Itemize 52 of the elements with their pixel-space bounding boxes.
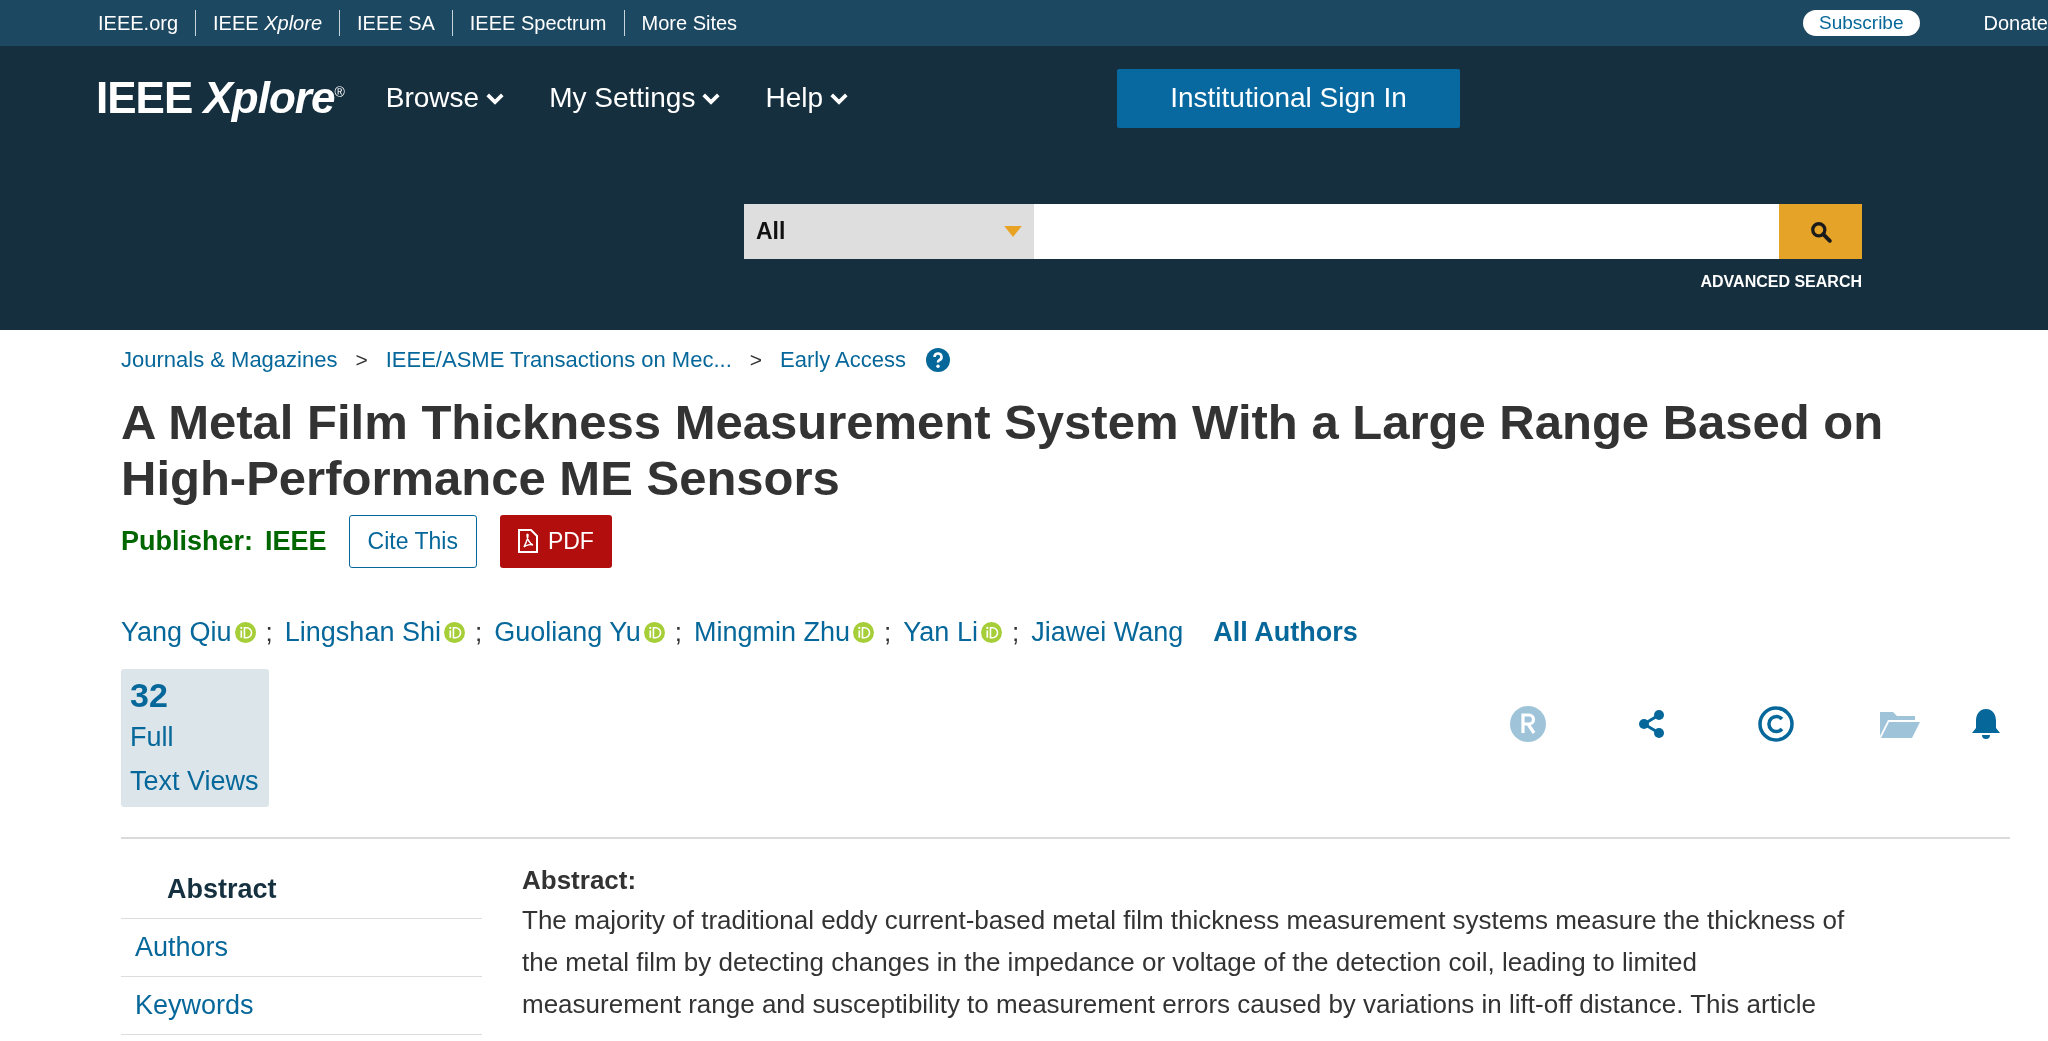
cite-button[interactable]: Cite This [348,514,477,568]
logo[interactable]: IEEE Xplore$^{®}$ [96,73,344,123]
help-icon [925,348,950,372]
publisher-name: IEEE [265,525,327,557]
sidebar-item[interactable]: Authors [121,919,482,977]
search-button[interactable] [1779,204,1862,259]
caret-down-icon [1004,226,1022,237]
pdf-button[interactable]: PDF [499,514,612,568]
author-separator: ; [884,616,892,648]
breadcrumb-link[interactable]: Early Access [780,347,906,373]
view-count: 32 [130,675,169,715]
search-icon [1809,220,1832,243]
breadcrumb-separator: > [355,348,368,372]
scope-dropdown[interactable]: All [744,204,1034,259]
sign-in-button[interactable]: Institutional Sign In [1117,68,1460,128]
abstract-text: The majority of traditional eddy current-based metal film thickness measurement systems measure the thickness of [522,904,1845,937]
article-title: A Metal Film Thickness Measurement System With a Large Range Based on High-Performance ME Sensors [121,394,1885,506]
publisher-label: Publisher: [121,525,254,557]
advanced-search-link[interactable]: ADVANCED SEARCH [1700,273,1862,291]
abstract-text: the metal film by detecting changes in the impedance or voltage of the detection coil, leading to limited [522,946,1699,979]
author-link[interactable]: Guoliang Yu [494,616,641,648]
site-link[interactable]: IEEE Spectrum [451,10,624,36]
author-separator: ; [265,616,273,648]
breadcrumb-link[interactable]: IEEE/ASME Transactions on Mec... [385,347,732,373]
breadcrumb-link[interactable]: Journals & Magazines [121,347,338,373]
author-link[interactable]: Mingmin Zhu [694,616,851,648]
author-link[interactable]: Yang Qiu [121,616,232,648]
nav-menu[interactable]: Help [765,82,849,114]
sidebar-item[interactable]: Abstract [121,861,482,919]
breadcrumb-separator: > [749,348,762,372]
view-count-label: Full [130,721,175,754]
view-count-label: Text Views [130,765,260,798]
donate-link[interactable]: Donate [1983,11,2048,35]
abstract-heading: Abstract: [522,864,638,897]
abstract-text: measurement range and susceptibility to measurement errors caused by variations in lift-off distance. This article [522,988,1817,1021]
all-authors-link[interactable]: All Authors [1213,616,1358,648]
subscribe-button[interactable]: Subscribe [1803,10,1920,36]
site-link[interactable]: IEEE SA [339,10,452,36]
search-field[interactable] [1034,204,1779,259]
author-separator: ; [674,616,683,648]
author-link[interactable]: Lingshan Shi [284,616,441,648]
nav-menu[interactable]: My Settings [549,82,722,114]
site-link[interactable]: IEEE Xplore [195,10,339,36]
author-separator: ; [474,616,483,648]
site-link[interactable]: More Sites [623,10,755,36]
pdf-file-icon [517,529,538,553]
site-link[interactable]: IEEE.org [86,10,196,36]
author-link[interactable]: Yan Li [903,616,978,648]
nav-menu[interactable]: Browse [385,82,506,114]
author-link[interactable]: Jiawei Wang [1031,616,1184,648]
author-separator: ; [1011,616,1020,648]
sidebar-item[interactable]: Keywords [121,977,482,1035]
